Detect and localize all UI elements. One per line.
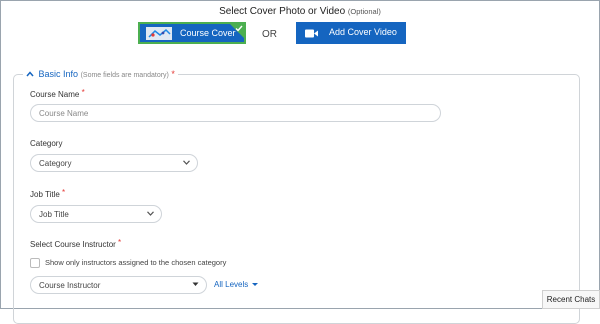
video-camera-icon xyxy=(305,29,318,38)
job-title-select[interactable]: Job Title xyxy=(30,205,162,223)
job-title-label-text: Job Title xyxy=(30,190,60,199)
instructor-label: Select Course Instructor * xyxy=(30,238,122,249)
chevron-up-icon xyxy=(26,71,34,77)
category-select-value: Category xyxy=(39,159,72,168)
add-cover-video-label: Add Cover Video xyxy=(329,27,397,37)
basic-info-title: Basic Info xyxy=(38,69,79,79)
caret-down-icon xyxy=(252,283,259,287)
course-name-label: Course Name * xyxy=(30,88,85,99)
course-instructor-select-value: Course Instructor xyxy=(39,281,101,290)
instructor-filter-label[interactable]: Show only instructors assigned to the ch… xyxy=(45,258,226,267)
course-cover-thumbnail xyxy=(146,27,172,40)
course-instructor-select[interactable]: Course Instructor xyxy=(30,276,207,294)
required-asterisk: * xyxy=(62,188,66,197)
instructor-filter-checkbox[interactable] xyxy=(30,258,40,268)
course-name-label-text: Course Name xyxy=(30,90,80,99)
course-name-input[interactable]: Course Name xyxy=(30,104,441,122)
course-cover-label: Course Cover xyxy=(180,28,236,38)
basic-info-toggle[interactable]: Basic Info (Some fields are mandatory) * xyxy=(23,69,178,79)
recent-chats-button[interactable]: Recent Chats xyxy=(542,290,600,309)
cover-title-text: Select Cover Photo or Video xyxy=(219,6,346,17)
required-asterisk: * xyxy=(81,88,85,97)
cover-optional-text: (Optional) xyxy=(347,7,381,16)
job-title-label: Job Title * xyxy=(30,188,66,199)
cover-selection-title: Select Cover Photo or Video (Optional) xyxy=(0,6,600,17)
mandatory-hint: (Some fields are mandatory) xyxy=(80,72,169,79)
add-cover-video-button[interactable]: Add Cover Video xyxy=(296,22,406,44)
required-asterisk: * xyxy=(118,238,122,247)
all-levels-label: All Levels xyxy=(214,280,249,289)
caret-down-icon xyxy=(192,282,199,286)
course-cover-button[interactable]: Course Cover xyxy=(138,22,246,44)
job-title-select-value: Job Title xyxy=(39,210,69,219)
selected-check-icon xyxy=(230,24,244,38)
category-select[interactable]: Category xyxy=(30,154,198,172)
chevron-down-icon xyxy=(147,211,154,216)
chevron-down-icon xyxy=(183,160,190,165)
instructor-label-text: Select Course Instructor xyxy=(30,240,116,249)
all-levels-dropdown[interactable]: All Levels xyxy=(214,280,259,289)
or-separator: OR xyxy=(262,29,277,40)
category-label: Category xyxy=(30,139,63,148)
required-asterisk: * xyxy=(171,69,175,79)
